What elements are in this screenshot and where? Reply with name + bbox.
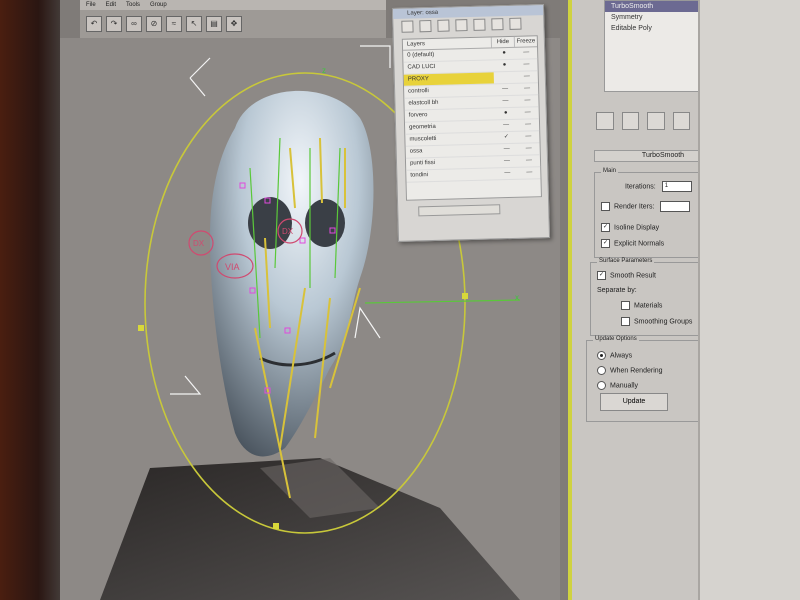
materials-row: Materials bbox=[621, 301, 662, 310]
layer-hide-toggle[interactable]: — bbox=[495, 120, 517, 132]
menu-item-group[interactable]: Group bbox=[150, 2, 167, 8]
layer-list: Layers Hide Freeze 0 (default) ● — CAD LUC… bbox=[401, 35, 542, 201]
add-to-layer-icon[interactable] bbox=[437, 19, 450, 32]
layer-freeze-toggle[interactable]: — bbox=[515, 59, 537, 71]
layer-hide-toggle[interactable]: ● bbox=[493, 48, 515, 60]
smoothing-groups-label: Smoothing Groups bbox=[634, 318, 693, 326]
main-toolbar: ↶ ↷ ∞ ⊘ ≈ ↖ ▤ ✥ bbox=[80, 10, 386, 38]
menu-item-file[interactable]: File bbox=[86, 2, 96, 8]
column-hide[interactable]: Hide bbox=[490, 36, 515, 48]
right-eye-socket bbox=[305, 199, 345, 247]
layer-freeze-toggle[interactable]: — bbox=[516, 83, 538, 95]
layer-hide-toggle[interactable]: — bbox=[496, 144, 518, 156]
panel-edge bbox=[700, 0, 800, 600]
always-label: Always bbox=[610, 352, 633, 360]
smoothing-groups-checkbox[interactable] bbox=[621, 317, 630, 326]
select-objects-icon[interactable] bbox=[455, 19, 468, 32]
x-axis-label: x bbox=[515, 293, 519, 302]
render-iters-label: Render Iters: bbox=[614, 203, 655, 211]
layer-horizontal-scrollbar[interactable] bbox=[418, 204, 501, 217]
always-radio[interactable] bbox=[597, 351, 606, 360]
bind-icon[interactable]: ≈ bbox=[166, 16, 182, 32]
dx-label-left: DX bbox=[193, 239, 205, 248]
update-button[interactable]: Update bbox=[600, 393, 668, 411]
head-mesh[interactable] bbox=[210, 90, 374, 457]
select-icon[interactable]: ↖ bbox=[186, 16, 202, 32]
smooth-result-checkbox[interactable]: ✓ bbox=[597, 271, 606, 280]
isoline-label: Isoline Display bbox=[614, 224, 660, 232]
photo-of-projected-screen: File Edit Tools Group ↶ ↷ ∞ ⊘ ≈ ↖ ▤ ✥ DX… bbox=[0, 0, 800, 600]
separate-by-label: Separate by: bbox=[597, 287, 637, 294]
layer-manager-window[interactable]: Layer: ossa Layers Hide Freeze 0 (defaul… bbox=[391, 4, 551, 242]
redo-icon[interactable]: ↷ bbox=[106, 16, 122, 32]
layer-freeze-toggle[interactable]: — bbox=[515, 47, 537, 59]
isoline-row: ✓ Isoline Display bbox=[601, 223, 659, 232]
move-icon[interactable]: ✥ bbox=[226, 16, 242, 32]
layer-hide-toggle[interactable]: — bbox=[496, 156, 518, 168]
link-icon[interactable]: ∞ bbox=[126, 16, 142, 32]
layer-freeze-toggle[interactable]: — bbox=[517, 107, 539, 119]
filter-icon[interactable]: ▤ bbox=[206, 16, 222, 32]
delete-layer-icon[interactable] bbox=[419, 20, 432, 33]
make-unique-icon[interactable] bbox=[647, 112, 665, 130]
manually-label: Manually bbox=[610, 382, 639, 390]
layer-hide-toggle[interactable]: ● bbox=[495, 108, 517, 120]
menu-item-tools[interactable]: Tools bbox=[126, 2, 140, 8]
layer-freeze-toggle[interactable]: — bbox=[518, 167, 540, 179]
layer-hide-toggle[interactable] bbox=[494, 72, 516, 84]
highlight-layer-icon[interactable] bbox=[473, 18, 486, 31]
freeze-all-icon[interactable] bbox=[509, 17, 522, 30]
undo-icon[interactable]: ↶ bbox=[86, 16, 102, 32]
when-rendering-radio[interactable] bbox=[597, 366, 606, 375]
render-iters-spinner[interactable] bbox=[660, 201, 691, 212]
show-end-result-icon[interactable] bbox=[621, 112, 640, 130]
new-layer-icon[interactable] bbox=[401, 20, 414, 33]
layer-freeze-toggle[interactable]: — bbox=[518, 143, 540, 155]
when-rendering-label: When Rendering bbox=[610, 367, 663, 375]
layer-freeze-toggle[interactable]: — bbox=[516, 95, 538, 107]
layer-freeze-toggle[interactable]: — bbox=[517, 119, 539, 131]
isoline-checkbox[interactable]: ✓ bbox=[601, 223, 610, 232]
remove-modifier-icon[interactable] bbox=[672, 112, 691, 130]
column-freeze[interactable]: Freeze bbox=[513, 36, 538, 47]
always-row: Always bbox=[597, 351, 632, 360]
iterations-spinner[interactable]: 1 bbox=[661, 181, 692, 192]
smooth-result-label: Smooth Result bbox=[610, 272, 656, 280]
layer-row[interactable]: tondini — — bbox=[406, 167, 541, 183]
layer-freeze-toggle[interactable]: — bbox=[518, 155, 540, 167]
manually-row: Manually bbox=[597, 381, 638, 390]
layer-hide-toggle[interactable]: ✓ bbox=[495, 132, 517, 144]
menu-bar: File Edit Tools Group bbox=[80, 0, 386, 10]
z-axis-label: z bbox=[322, 66, 326, 75]
manually-radio[interactable] bbox=[597, 381, 606, 390]
via-label: VIA bbox=[225, 262, 240, 272]
main-group-label: Main bbox=[601, 168, 619, 174]
pin-stack-icon[interactable] bbox=[596, 112, 614, 130]
explicit-normals-row: ✓ Explicit Normals bbox=[601, 239, 664, 248]
when-rendering-row: When Rendering bbox=[597, 366, 663, 375]
layer-freeze-toggle[interactable]: — bbox=[516, 71, 538, 83]
menu-item-edit[interactable]: Edit bbox=[106, 2, 116, 8]
layer-hide-toggle[interactable]: ● bbox=[493, 60, 515, 72]
explicit-normals-label: Explicit Normals bbox=[614, 240, 665, 248]
render-iters-row: Render Iters: bbox=[601, 201, 691, 212]
materials-label: Materials bbox=[634, 302, 663, 310]
smooth-result-row: ✓ Smooth Result bbox=[597, 271, 656, 280]
smoothing-groups-row: Smoothing Groups bbox=[621, 317, 692, 326]
render-iters-checkbox[interactable] bbox=[601, 202, 610, 211]
iterations-row: Iterations: 1 bbox=[625, 181, 692, 192]
unlink-icon[interactable]: ⊘ bbox=[146, 16, 162, 32]
layer-hide-toggle[interactable]: — bbox=[494, 84, 516, 96]
explicit-normals-checkbox[interactable]: ✓ bbox=[601, 239, 610, 248]
layer-freeze-toggle[interactable]: — bbox=[517, 131, 539, 143]
layer-name: tondini bbox=[410, 172, 429, 179]
surface-group-label: Surface Parameters bbox=[597, 258, 655, 264]
hide-all-icon[interactable] bbox=[491, 18, 504, 31]
iterations-label: Iterations: bbox=[625, 183, 656, 191]
layer-hide-toggle[interactable]: — bbox=[494, 96, 516, 108]
update-group-label: Update Options bbox=[593, 336, 639, 342]
dx-label-mid: DX bbox=[282, 227, 294, 236]
layer-hide-toggle[interactable]: — bbox=[496, 168, 518, 180]
materials-checkbox[interactable] bbox=[621, 301, 630, 310]
